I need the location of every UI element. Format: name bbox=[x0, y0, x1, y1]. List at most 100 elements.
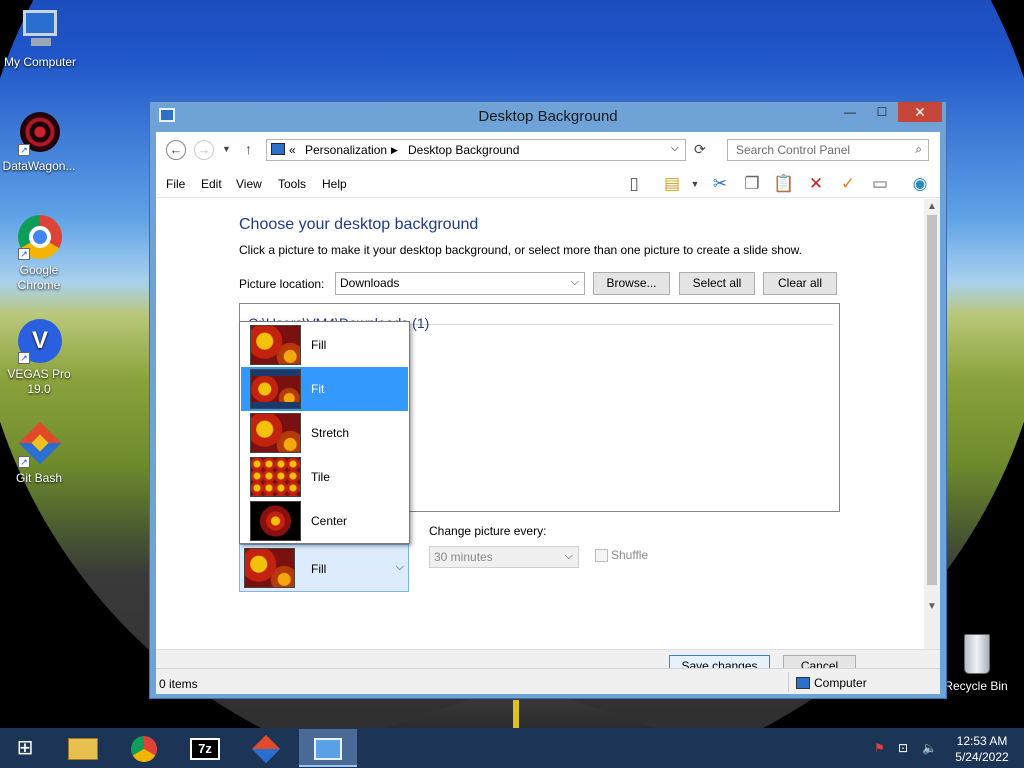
menu-file[interactable]: File bbox=[166, 177, 185, 191]
desktop-icon-datawagon[interactable]: ↗ DataWagon... bbox=[0, 110, 79, 174]
breadcrumb-separator-icon: ▶ bbox=[391, 145, 398, 155]
breadcrumb-overflow[interactable]: « bbox=[289, 143, 296, 157]
layout-pane-icon[interactable]: ▯ bbox=[623, 173, 645, 195]
taskbar-file-explorer[interactable] bbox=[54, 729, 112, 767]
cut-icon[interactable]: ✂ bbox=[709, 173, 731, 195]
taskbar-7zip[interactable]: 7z bbox=[176, 729, 234, 767]
shortcut-arrow-icon: ↗ bbox=[18, 144, 30, 156]
recent-locations-chevron-icon[interactable]: ▼ bbox=[222, 144, 231, 154]
window-title: Desktop Background bbox=[478, 108, 618, 125]
action-center-flag-icon[interactable]: ⚑ bbox=[874, 741, 885, 755]
scrollbar-thumb[interactable] bbox=[927, 215, 937, 585]
maximize-button[interactable]: ☐ bbox=[868, 102, 896, 122]
select-all-button[interactable]: Select all bbox=[679, 272, 755, 295]
properties-check-icon[interactable]: ✓ bbox=[837, 173, 859, 195]
datawagon-icon: ↗ bbox=[16, 110, 62, 156]
back-button[interactable]: ← bbox=[166, 140, 186, 160]
position-option-fill[interactable]: Fill bbox=[241, 323, 408, 367]
delete-icon[interactable]: ✕ bbox=[805, 173, 827, 195]
minimize-button[interactable]: — bbox=[836, 102, 864, 122]
menu-bar: File Edit View Tools Help ▯ ▤ ▼ ✂ ❐ 📋 ✕ … bbox=[156, 168, 940, 198]
control-panel-icon bbox=[314, 738, 342, 761]
position-option-center[interactable]: Center bbox=[241, 499, 408, 543]
chrome-icon bbox=[131, 736, 157, 763]
shortcut-arrow-icon: ↗ bbox=[18, 456, 30, 468]
status-location: Computer bbox=[796, 676, 867, 690]
option-label: Center bbox=[311, 514, 348, 528]
paste-icon[interactable]: 📋 bbox=[773, 173, 795, 195]
network-icon[interactable]: ⊡ bbox=[898, 741, 908, 755]
clear-all-button[interactable]: Clear all bbox=[763, 272, 837, 295]
chrome-icon: ↗ bbox=[16, 214, 62, 260]
clock-date: 5/24/2022 bbox=[955, 750, 1009, 764]
copy-icon[interactable]: ❐ bbox=[741, 173, 763, 195]
desktop-icon-git-bash[interactable]: ↗ Git Bash bbox=[0, 421, 79, 486]
refresh-icon[interactable]: ⟳ bbox=[694, 141, 706, 158]
desktop-icon-recycle-bin[interactable]: Recycle Bin bbox=[936, 630, 1016, 694]
fill-thumbnail bbox=[250, 325, 301, 365]
scroll-up-icon[interactable]: ▲ bbox=[924, 201, 940, 212]
picture-position-dropdown: Fill Fit Stretch Tile Center bbox=[239, 321, 410, 544]
option-label: Fill bbox=[311, 338, 327, 352]
options-dropdown-icon[interactable]: ▼ bbox=[684, 173, 706, 195]
browse-button[interactable]: Browse... bbox=[593, 272, 670, 295]
option-label: Fit bbox=[311, 382, 325, 396]
desktop-icon-label: Google Chrome bbox=[17, 263, 61, 292]
change-picture-label: Change picture every: bbox=[429, 524, 547, 538]
start-button[interactable]: ⊞ bbox=[0, 729, 50, 767]
status-item-count: 0 items bbox=[159, 677, 198, 691]
center-thumbnail bbox=[250, 501, 301, 541]
up-arrow-icon[interactable]: ↑ bbox=[245, 141, 252, 157]
vegas-icon: V ↗ bbox=[16, 318, 62, 364]
vertical-scrollbar[interactable]: ▲ ▼ bbox=[924, 199, 940, 649]
stretch-thumbnail bbox=[250, 413, 301, 453]
interval-value: 30 minutes bbox=[434, 550, 493, 564]
file-explorer-icon bbox=[68, 738, 98, 761]
desktop-icon-google-chrome[interactable]: ↗ Google Chrome bbox=[0, 214, 79, 293]
forward-button[interactable]: → bbox=[194, 140, 214, 160]
desktop-icon-my-computer[interactable]: My Computer bbox=[0, 6, 80, 70]
picture-position-select[interactable]: Fill ⌵ bbox=[239, 544, 409, 592]
position-option-stretch[interactable]: Stretch bbox=[241, 411, 408, 455]
taskbar-control-panel[interactable] bbox=[299, 729, 357, 767]
chevron-down-icon: ⌵ bbox=[564, 550, 573, 562]
picture-location-label: Picture location: bbox=[239, 277, 325, 291]
taskbar-chrome[interactable] bbox=[115, 729, 173, 767]
address-dropdown-chevron-icon[interactable]: ⌵ bbox=[671, 143, 679, 154]
position-option-tile[interactable]: Tile bbox=[241, 455, 408, 499]
shuffle-checkbox[interactable] bbox=[595, 549, 608, 562]
status-location-label: Computer bbox=[814, 676, 867, 690]
close-button[interactable]: ✕ bbox=[898, 102, 942, 122]
menu-help[interactable]: Help bbox=[322, 177, 347, 191]
desktop-icon-vegas-pro[interactable]: V ↗ VEGAS Pro 19.0 bbox=[0, 318, 79, 397]
search-input[interactable]: Search Control Panel ⌕ bbox=[727, 139, 929, 161]
desktop-icon-label: Recycle Bin bbox=[944, 679, 1008, 693]
picture-position-value: Fill bbox=[311, 562, 327, 576]
picture-location-select[interactable]: Downloads ⌵ bbox=[335, 272, 585, 295]
position-preview-thumbnail bbox=[244, 548, 295, 588]
desktop-icon-label: DataWagon... bbox=[2, 159, 76, 173]
system-clock[interactable]: 12:53 AM 5/24/2022 bbox=[942, 733, 1022, 765]
menu-tools[interactable]: Tools bbox=[278, 177, 306, 191]
7zip-icon: 7z bbox=[190, 738, 220, 761]
menu-edit[interactable]: Edit bbox=[201, 177, 222, 191]
volume-muted-icon[interactable]: 🔈 bbox=[922, 741, 937, 755]
fit-thumbnail bbox=[250, 369, 301, 409]
change-picture-interval-select[interactable]: 30 minutes ⌵ bbox=[429, 546, 579, 568]
picture-location-value: Downloads bbox=[340, 276, 400, 290]
scroll-down-icon[interactable]: ▼ bbox=[924, 601, 940, 612]
computer-icon bbox=[17, 6, 63, 52]
menu-view[interactable]: View bbox=[236, 177, 262, 191]
breadcrumb-personalization[interactable]: Personalization bbox=[305, 143, 387, 157]
address-bar[interactable]: « Personalization ▶ Desktop Background ⌵ bbox=[266, 139, 686, 161]
taskbar-git[interactable] bbox=[237, 729, 295, 767]
position-option-fit[interactable]: Fit bbox=[241, 367, 408, 411]
chevron-down-icon: ⌵ bbox=[395, 561, 404, 573]
globe-icon[interactable]: ◉ bbox=[909, 173, 931, 195]
status-bar: 0 items Computer bbox=[156, 668, 940, 694]
preview-pane-icon[interactable]: ▭ bbox=[869, 173, 891, 195]
shuffle-label: Shuffle bbox=[611, 548, 649, 562]
folder-options-icon[interactable]: ▤ bbox=[661, 173, 683, 195]
title-bar[interactable]: Desktop Background — ☐ ✕ bbox=[150, 102, 946, 132]
breadcrumb-desktop-background[interactable]: Desktop Background bbox=[408, 143, 519, 157]
